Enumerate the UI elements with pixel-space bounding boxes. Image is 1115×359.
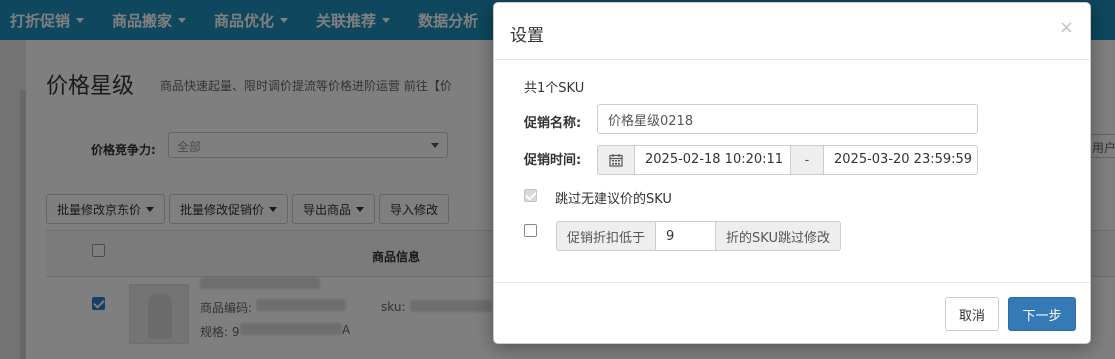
- next-button[interactable]: 下一步: [1008, 297, 1076, 331]
- start-time-input[interactable]: 2025-02-18 10:20:11: [635, 145, 791, 175]
- promo-name-input[interactable]: [597, 104, 978, 134]
- discount-prefix-label: 促销折扣低于: [556, 221, 657, 251]
- close-icon[interactable]: ×: [1059, 18, 1074, 38]
- skip-no-price-label: 跳过无建议价的SKU: [555, 192, 672, 207]
- end-time-input[interactable]: 2025-03-20 23:59:59: [823, 145, 978, 175]
- skip-no-price-checkbox[interactable]: [524, 189, 537, 202]
- modal-header: 设置 ×: [494, 3, 1090, 60]
- discount-skip-checkbox[interactable]: [524, 224, 537, 237]
- promo-time-label: 促销时间:: [524, 153, 582, 168]
- sku-count-text: 共1个SKU: [524, 81, 585, 96]
- discount-suffix-label: 折的SKU跳过修改: [715, 221, 841, 251]
- range-separator: -: [791, 145, 823, 175]
- calendar-icon[interactable]: [597, 145, 635, 175]
- cancel-button[interactable]: 取消: [945, 297, 999, 331]
- discount-threshold-input[interactable]: [656, 221, 716, 251]
- modal-title: 设置: [510, 26, 544, 46]
- settings-modal: 设置 × 共1个SKU 促销名称: 促销时间: 2025-02-18 10:20…: [493, 2, 1091, 344]
- modal-footer: 取消 下一步: [494, 282, 1090, 344]
- promo-time-range: 2025-02-18 10:20:11 - 2025-03-20 23:59:5…: [597, 145, 978, 175]
- promo-name-label: 促销名称:: [524, 116, 582, 131]
- discount-threshold-group: 促销折扣低于 折的SKU跳过修改: [556, 221, 841, 251]
